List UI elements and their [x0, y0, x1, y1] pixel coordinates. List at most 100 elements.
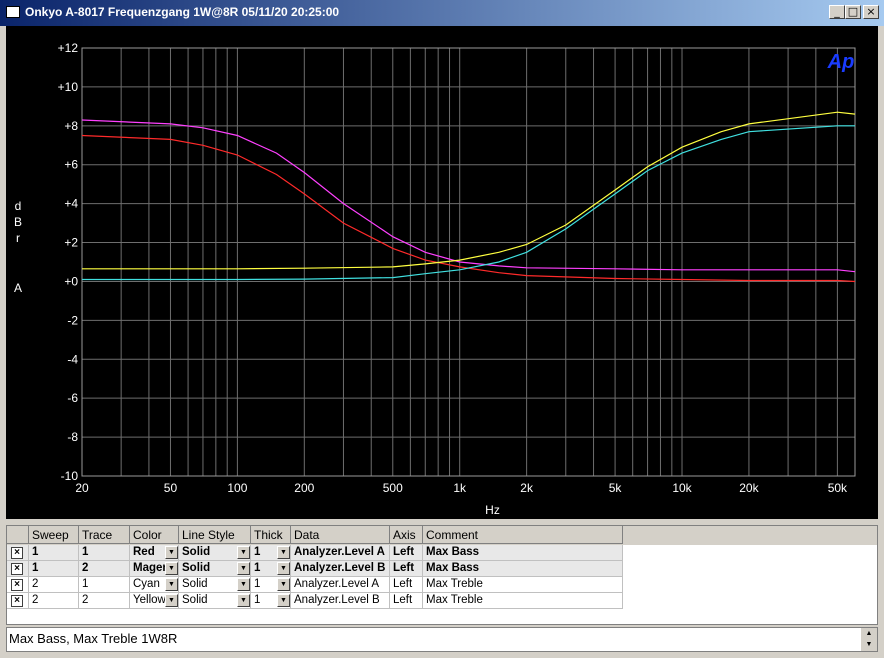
comment-cell[interactable]: Max Treble: [423, 577, 623, 593]
title-bar: Onkyo A-8017 Frequenzgang 1W@8R 05/11/20…: [0, 0, 884, 26]
table-header: Sweep Trace Color Line Style Thick Data …: [7, 526, 877, 545]
style-dropdown-icon[interactable]: ▼: [237, 562, 250, 575]
axis-cell[interactable]: Left: [390, 577, 423, 593]
table-row[interactable]: × 1 1 Red ▼ Solid ▼ 1 ▼ Analyzer.Level A Le…: [7, 545, 623, 561]
table-row[interactable]: × 1 2 Magenta ▼ Solid ▼ 1 ▼ Analyzer.Level …: [7, 561, 623, 577]
x-tick-label: 10k: [672, 481, 692, 495]
color-dropdown-icon[interactable]: ▼: [165, 546, 178, 559]
style-cell[interactable]: Solid ▼: [179, 561, 251, 577]
enable-checkbox[interactable]: ×: [11, 563, 23, 575]
color-dropdown-icon[interactable]: ▼: [165, 562, 178, 575]
frequency-response-chart: +12+10+8+6+4+2+0-2-4-6-8-1020 50 100 200 500…: [14, 41, 856, 517]
x-tick-label: 1k: [453, 481, 467, 495]
col-comment[interactable]: Comment: [423, 526, 623, 544]
thick-value: 1: [254, 594, 261, 606]
data-cell[interactable]: Analyzer.Level B: [291, 561, 390, 577]
x-tick-label: 500: [383, 481, 403, 495]
thick-cell[interactable]: 1 ▼: [251, 593, 291, 609]
enable-checkbox[interactable]: ×: [11, 547, 23, 559]
series-line: [81, 134, 856, 283]
trace-cell[interactable]: 1: [79, 577, 130, 593]
color-dropdown-icon[interactable]: ▼: [165, 578, 178, 591]
y-tick-label: -6: [67, 391, 78, 405]
sweep-cell[interactable]: 2: [29, 577, 79, 593]
style-cell[interactable]: Solid ▼: [179, 577, 251, 593]
color-value: Cyan: [133, 578, 160, 590]
enable-checkbox[interactable]: ×: [11, 579, 23, 591]
color-value: Yellow: [133, 594, 166, 606]
x-tick-label: 200: [294, 481, 314, 495]
y-tick-label: +0: [64, 274, 78, 288]
thick-dropdown-icon[interactable]: ▼: [277, 594, 290, 607]
status-box[interactable]: Max Bass, Max Treble 1W8R ▲ ▼: [6, 627, 878, 652]
thick-cell[interactable]: 1 ▼: [251, 545, 291, 561]
trace-cell[interactable]: 2: [79, 593, 130, 609]
col-line-style[interactable]: Line Style: [179, 526, 251, 544]
scroll-up-icon[interactable]: ▲: [863, 629, 875, 639]
thick-dropdown-icon[interactable]: ▼: [277, 546, 290, 559]
style-value: Solid: [182, 562, 211, 574]
y-tick-label: +2: [64, 236, 78, 250]
data-cell[interactable]: Analyzer.Level B: [291, 593, 390, 609]
series-line: [82, 111, 856, 270]
data-cell[interactable]: Analyzer.Level A: [291, 577, 390, 593]
data-cell[interactable]: Analyzer.Level A: [291, 545, 390, 561]
thick-cell[interactable]: 1 ▼: [251, 577, 291, 593]
color-cell[interactable]: Red ▼: [130, 545, 179, 561]
maximize-button[interactable]: □: [845, 5, 861, 19]
thick-cell[interactable]: 1 ▼: [251, 561, 291, 577]
status-scrollbar[interactable]: ▲ ▼: [861, 628, 877, 651]
sweep-cell[interactable]: 1: [29, 561, 79, 577]
thick-value: 1: [254, 562, 261, 574]
trace-cell[interactable]: 1: [79, 545, 130, 561]
y-tick-label: +10: [58, 80, 79, 94]
col-thick[interactable]: Thick: [251, 526, 291, 544]
y-tick-label: -2: [67, 313, 78, 327]
minimize-button[interactable]: _: [829, 5, 845, 19]
comment-cell[interactable]: Max Treble: [423, 593, 623, 609]
color-dropdown-icon[interactable]: ▼: [165, 594, 178, 607]
y-axis-title-letter: B: [14, 215, 22, 229]
sweep-cell[interactable]: 1: [29, 545, 79, 561]
style-cell[interactable]: Solid ▼: [179, 545, 251, 561]
col-axis[interactable]: Axis: [390, 526, 423, 544]
y-axis-title-letter: d: [15, 199, 22, 213]
table-row[interactable]: × 2 2 Yellow ▼ Solid ▼ 1 ▼ Analyzer.Level B…: [7, 593, 623, 609]
col-trace[interactable]: Trace: [79, 526, 130, 544]
y-tick-label: +12: [58, 41, 79, 55]
color-cell[interactable]: Yellow ▼: [130, 593, 179, 609]
style-value: Solid: [182, 546, 211, 558]
table-row[interactable]: × 2 1 Cyan ▼ Solid ▼ 1 ▼ Analyzer.Level A L…: [7, 577, 623, 593]
col-sweep[interactable]: Sweep: [29, 526, 79, 544]
col-data[interactable]: Data: [291, 526, 390, 544]
series-line: [81, 119, 856, 273]
y-axis-title-letter: A: [14, 281, 22, 295]
trace-cell[interactable]: 2: [79, 561, 130, 577]
y-tick-label: +8: [64, 119, 78, 133]
y-tick-label: -8: [67, 430, 78, 444]
style-dropdown-icon[interactable]: ▼: [237, 546, 250, 559]
close-button[interactable]: ×: [863, 5, 879, 19]
sweep-cell[interactable]: 2: [29, 593, 79, 609]
axis-cell[interactable]: Left: [390, 545, 423, 561]
x-tick-label: 5k: [609, 481, 623, 495]
col-color[interactable]: Color: [130, 526, 179, 544]
y-tick-label: +4: [64, 197, 78, 211]
thick-dropdown-icon[interactable]: ▼: [277, 578, 290, 591]
style-value: Solid: [182, 578, 208, 590]
color-cell[interactable]: Cyan ▼: [130, 577, 179, 593]
style-dropdown-icon[interactable]: ▼: [237, 594, 250, 607]
enable-checkbox[interactable]: ×: [11, 595, 23, 607]
trace-table: Sweep Trace Color Line Style Thick Data …: [6, 525, 878, 625]
plot-frame: [81, 47, 856, 477]
color-cell[interactable]: Magenta ▼: [130, 561, 179, 577]
axis-cell[interactable]: Left: [390, 561, 423, 577]
x-tick-label: 50: [164, 481, 178, 495]
comment-cell[interactable]: Max Bass: [423, 545, 623, 561]
style-dropdown-icon[interactable]: ▼: [237, 578, 250, 591]
style-cell[interactable]: Solid ▼: [179, 593, 251, 609]
axis-cell[interactable]: Left: [390, 593, 423, 609]
scroll-down-icon[interactable]: ▼: [863, 640, 875, 650]
comment-cell[interactable]: Max Bass: [423, 561, 623, 577]
thick-dropdown-icon[interactable]: ▼: [277, 562, 290, 575]
